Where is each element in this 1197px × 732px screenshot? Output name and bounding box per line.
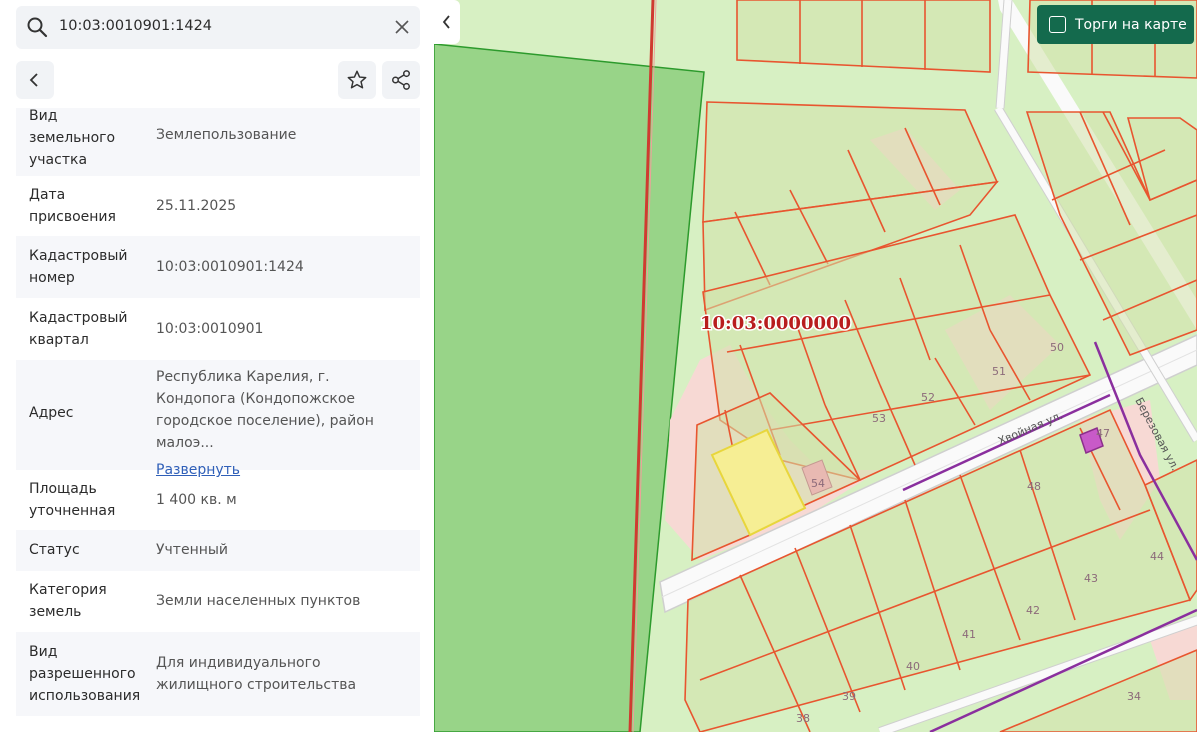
detail-label: Дата присвоения <box>29 187 116 225</box>
detail-row-date: Дата присвоения 25.11.2025 <box>16 176 420 236</box>
lot-number: 52 <box>921 391 935 404</box>
chevron-left-icon <box>442 15 450 29</box>
share-button[interactable] <box>382 61 420 99</box>
favorite-button[interactable] <box>338 61 376 99</box>
close-icon[interactable] <box>392 17 412 37</box>
lot-number: 44 <box>1150 550 1164 563</box>
detail-row-address: Адрес Республика Карелия, г. Кондопога (… <box>16 360 420 478</box>
detail-label: Вид разрешенного использования <box>29 644 141 704</box>
detail-value-wrapper: Республика Карелия, г. Кондопога (Кондоп… <box>156 366 411 481</box>
lot-number: 42 <box>1026 604 1040 617</box>
lot-number: 38 <box>796 712 810 725</box>
lot-number: 43 <box>1084 572 1098 585</box>
detail-row-status: Статус Учтенный <box>16 530 420 571</box>
detail-label: Вид земельного участка <box>29 108 116 168</box>
search-input[interactable]: 10:03:0010901:1424 <box>59 18 212 34</box>
detail-label: Статус <box>29 542 80 558</box>
detail-label: Адрес <box>29 405 74 421</box>
info-panel: 10:03:0010901:1424 Вид земельного участк… <box>0 0 434 732</box>
detail-value: 25.11.2025 <box>156 198 237 214</box>
search-icon <box>27 17 48 38</box>
lot-number: 48 <box>1027 480 1041 493</box>
lot-number: 54 <box>811 477 825 490</box>
lot-number: 47 <box>1096 427 1110 440</box>
quarter-label: 10:03:0000000 <box>700 313 851 334</box>
search-bar[interactable]: 10:03:0010901:1424 <box>16 6 420 49</box>
detail-value: Для индивидуального жилищного строительс… <box>156 655 357 693</box>
detail-row-permitted-use: Вид разрешенного использования Для индив… <box>16 632 420 716</box>
star-icon <box>347 70 367 89</box>
detail-value: 10:03:0010901:1424 <box>156 259 304 275</box>
share-icon <box>392 70 410 90</box>
collapse-panel-button[interactable] <box>434 0 460 44</box>
lot-number: 50 <box>1050 341 1064 354</box>
auctions-toggle-button[interactable]: Торги на карте <box>1037 5 1194 44</box>
detail-value: Земли населенных пунктов <box>156 593 361 609</box>
back-button[interactable] <box>16 61 54 99</box>
detail-value: Землепользование <box>156 127 297 143</box>
map-canvas[interactable]: 10:03:0000000 Хвойная ул. Березовая ул. … <box>434 0 1197 732</box>
details-list: Вид земельного участка Землепользование … <box>16 108 420 716</box>
detail-label: Кадастровый номер <box>29 248 128 286</box>
checkbox[interactable] <box>1049 16 1066 33</box>
detail-value: 1 400 кв. м <box>156 492 237 508</box>
lot-number: 51 <box>992 365 1006 378</box>
forest-zone <box>434 43 705 732</box>
detail-label: Кадастровый квартал <box>29 310 128 348</box>
detail-value: Учтенный <box>156 542 229 558</box>
detail-row-category: Категория земель Земли населенных пункто… <box>16 571 420 632</box>
detail-value: Республика Карелия, г. Кондопога (Кондоп… <box>156 369 374 451</box>
detail-value: 10:03:0010901 <box>156 321 264 337</box>
lot-number: 41 <box>962 628 976 641</box>
chevron-left-icon <box>29 73 38 87</box>
detail-row-cadastral-number: Кадастровый номер 10:03:0010901:1424 <box>16 236 420 298</box>
detail-label: Площадь уточненная <box>29 481 116 519</box>
parcels <box>684 0 1197 732</box>
detail-label: Категория земель <box>29 582 107 620</box>
detail-row-cadastral-quarter: Кадастровый квартал 10:03:0010901 <box>16 298 420 360</box>
lot-number: 53 <box>872 412 886 425</box>
lot-number: 34 <box>1127 690 1141 703</box>
lot-number: 40 <box>906 660 920 673</box>
detail-row-land-type: Вид земельного участка Землепользование <box>16 108 420 176</box>
auctions-toggle-label: Торги на карте <box>1075 16 1187 33</box>
detail-row-area: Площадь уточненная 1 400 кв. м <box>16 470 420 530</box>
map-view[interactable]: 10:03:0000000 Хвойная ул. Березовая ул. … <box>434 0 1197 732</box>
lot-number: 39 <box>842 690 856 703</box>
